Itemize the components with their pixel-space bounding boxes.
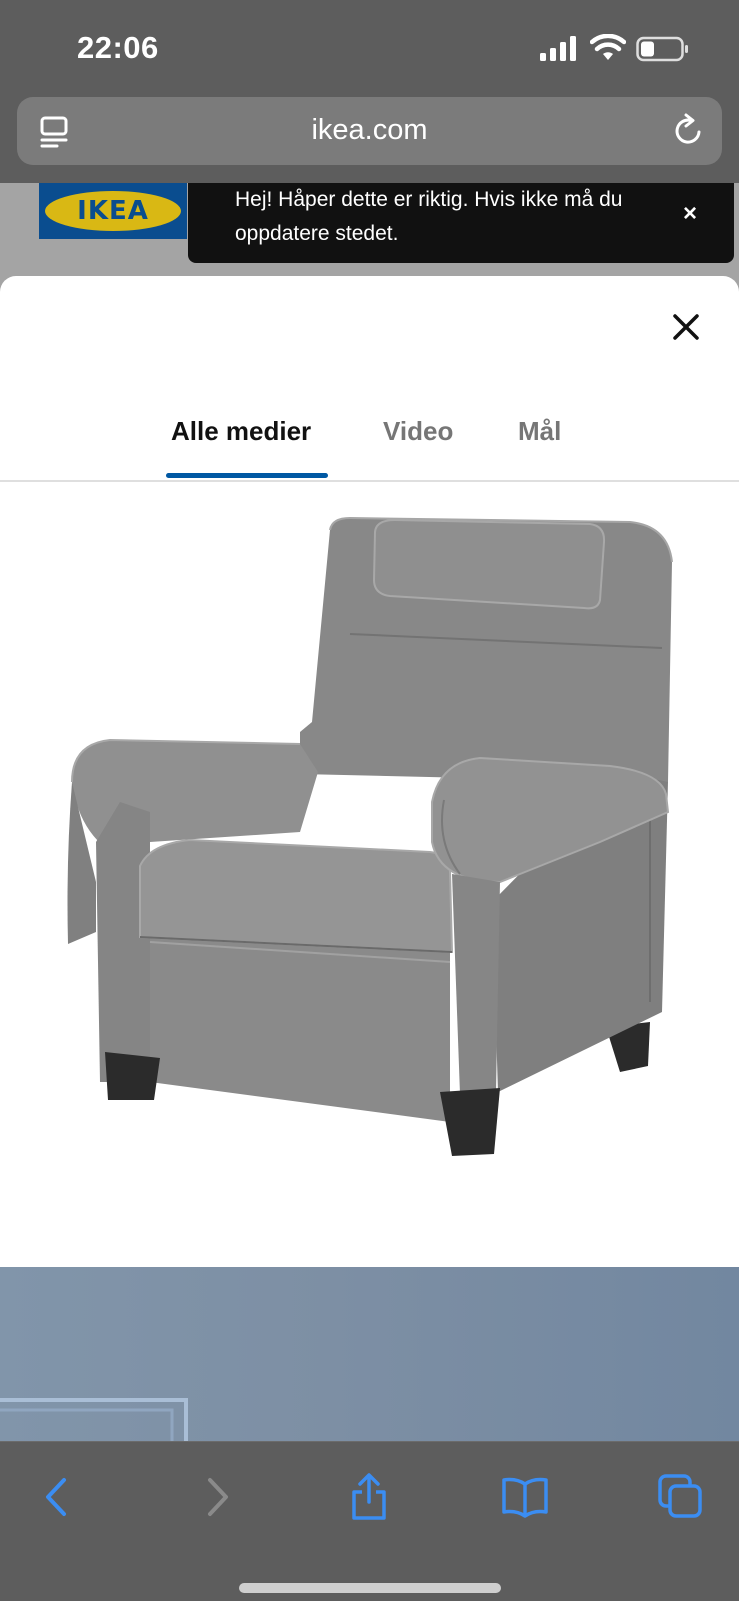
home-indicator <box>239 1583 501 1593</box>
status-time: 22:06 <box>77 30 159 65</box>
address-bar[interactable]: ikea.com <box>17 97 722 165</box>
browser-toolbar <box>0 1441 739 1601</box>
back-icon[interactable] <box>32 1472 82 1522</box>
forward-icon[interactable] <box>192 1472 242 1522</box>
location-toast: Hej! Håper dette er riktig. Hvis ikke må… <box>188 183 734 263</box>
logo-text: IKEA <box>77 196 149 226</box>
cellular-signal-icon <box>540 36 576 61</box>
media-modal: Alle medier Video Mål <box>0 276 739 1441</box>
toast-message: Hej! Håper dette er riktig. Hvis ikke må… <box>235 188 623 245</box>
media-tabs: Alle medier Video Mål <box>0 376 739 482</box>
wifi-icon <box>590 34 626 60</box>
tab-video[interactable]: Video <box>383 416 453 447</box>
close-icon[interactable] <box>670 311 702 343</box>
bookmarks-icon[interactable] <box>500 1472 550 1522</box>
share-icon[interactable] <box>344 1472 394 1522</box>
tab-all-media[interactable]: Alle medier <box>171 416 311 447</box>
url-text[interactable]: ikea.com <box>17 114 722 147</box>
tabs-icon[interactable] <box>656 1472 706 1522</box>
active-tab-indicator <box>166 473 328 478</box>
reload-icon[interactable] <box>672 112 706 148</box>
toast-close-button[interactable]: × <box>677 201 703 227</box>
wall-molding <box>0 1398 188 1441</box>
tab-measurements[interactable]: Mål <box>518 416 561 447</box>
battery-icon <box>636 36 688 62</box>
product-image-armchair[interactable] <box>0 482 739 1242</box>
ikea-logo[interactable]: IKEA <box>39 183 187 239</box>
status-bar: 22:06 <box>0 0 739 96</box>
